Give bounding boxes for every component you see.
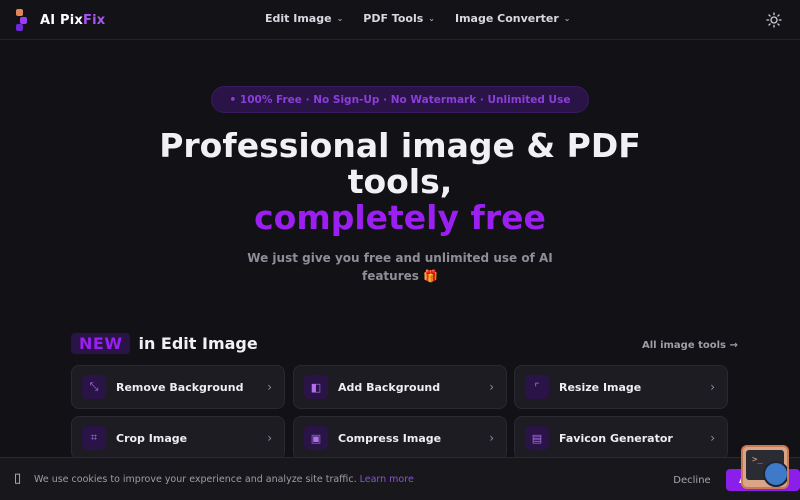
nav-edit-image-label: Edit Image [265,12,332,25]
site-logo[interactable]: AI PixFix [16,9,105,31]
tool-card-label: Favicon Generator [559,431,673,445]
section-title: in Edit Image [138,334,258,353]
compress-icon: ▣ [304,426,328,450]
tool-card-label: Crop Image [116,431,188,445]
chevron-down-icon: ⌄ [428,14,435,23]
chevron-down-icon: ⌄ [336,14,344,23]
nav-image-converter-label: Image Converter [454,12,559,25]
globe-icon [763,461,787,487]
cookie-consent-bar: ▯ We use cookies to improve your experie… [0,457,800,500]
chevron-right-icon: › [710,380,715,394]
learn-more-link[interactable]: Learn more [360,474,414,485]
favicon-icon: ▤ [525,426,549,450]
all-image-tools-link[interactable]: All image tools → [642,340,738,351]
chevron-right-icon: › [267,380,272,394]
chevron-down-icon: ⌄ [563,14,571,23]
hero-title-line1: Professional image & PDF tools, [159,126,641,201]
top-navbar: AI PixFix Edit Image ⌄ PDF Tools ⌄ Image… [0,0,800,40]
floating-help-widget[interactable]: >_ [741,445,789,489]
nav-pdf-tools-label: PDF Tools [363,12,424,25]
tool-card-add-background[interactable]: ◧ Add Background › [293,365,507,409]
logo-text: AI PixFix [40,12,106,28]
hero-title-highlight: completely free [254,198,546,237]
crop-icon: ⌗ [82,426,106,450]
decline-button[interactable]: Decline [668,469,716,491]
tool-card-remove-background[interactable]: ⤡ Remove Background › [71,365,285,409]
logo-icon [16,9,32,31]
cookie-icon: ▯ [14,471,22,486]
nav-image-converter[interactable]: Image Converter ⌄ [455,12,571,25]
chevron-right-icon: › [710,431,715,445]
tool-card-favicon-generator[interactable]: ▤ Favicon Generator › [514,416,728,460]
resize-icon: ⌜ [525,375,549,399]
tool-card-resize-image[interactable]: ⌜ Resize Image › [514,365,728,409]
tool-card-label: Add Background [338,380,441,394]
hero-subtitle: We just give you free and unlimited use … [247,251,553,283]
chevron-right-icon: › [267,431,272,445]
chevron-right-icon: › [489,431,494,445]
hero-title: Professional image & PDF tools, complete… [150,128,650,236]
tool-card-label: Resize Image [559,380,642,394]
new-tag: NEW [71,333,131,354]
features-badge: • 100% Free · No Sign-Up · No Watermark … [211,86,589,113]
theme-toggle-button[interactable] [766,12,782,28]
tool-card-label: Compress Image [338,431,442,445]
tool-card-label: Remove Background [116,380,244,394]
main-menu: Edit Image ⌄ PDF Tools ⌄ Image Converter… [265,12,591,25]
cookie-message: We use cookies to improve your experienc… [34,474,414,485]
tool-card-crop-image[interactable]: ⌗ Crop Image › [71,416,285,460]
nav-pdf-tools[interactable]: PDF Tools ⌄ [363,12,435,25]
magic-wand-icon: ⤡ [82,375,106,399]
section-header: NEW in Edit Image [71,333,258,354]
chevron-right-icon: › [489,380,494,394]
layers-icon: ◧ [304,375,328,399]
nav-edit-image[interactable]: Edit Image ⌄ [265,12,343,25]
tool-card-compress-image[interactable]: ▣ Compress Image › [293,416,507,460]
sun-icon [766,12,782,28]
